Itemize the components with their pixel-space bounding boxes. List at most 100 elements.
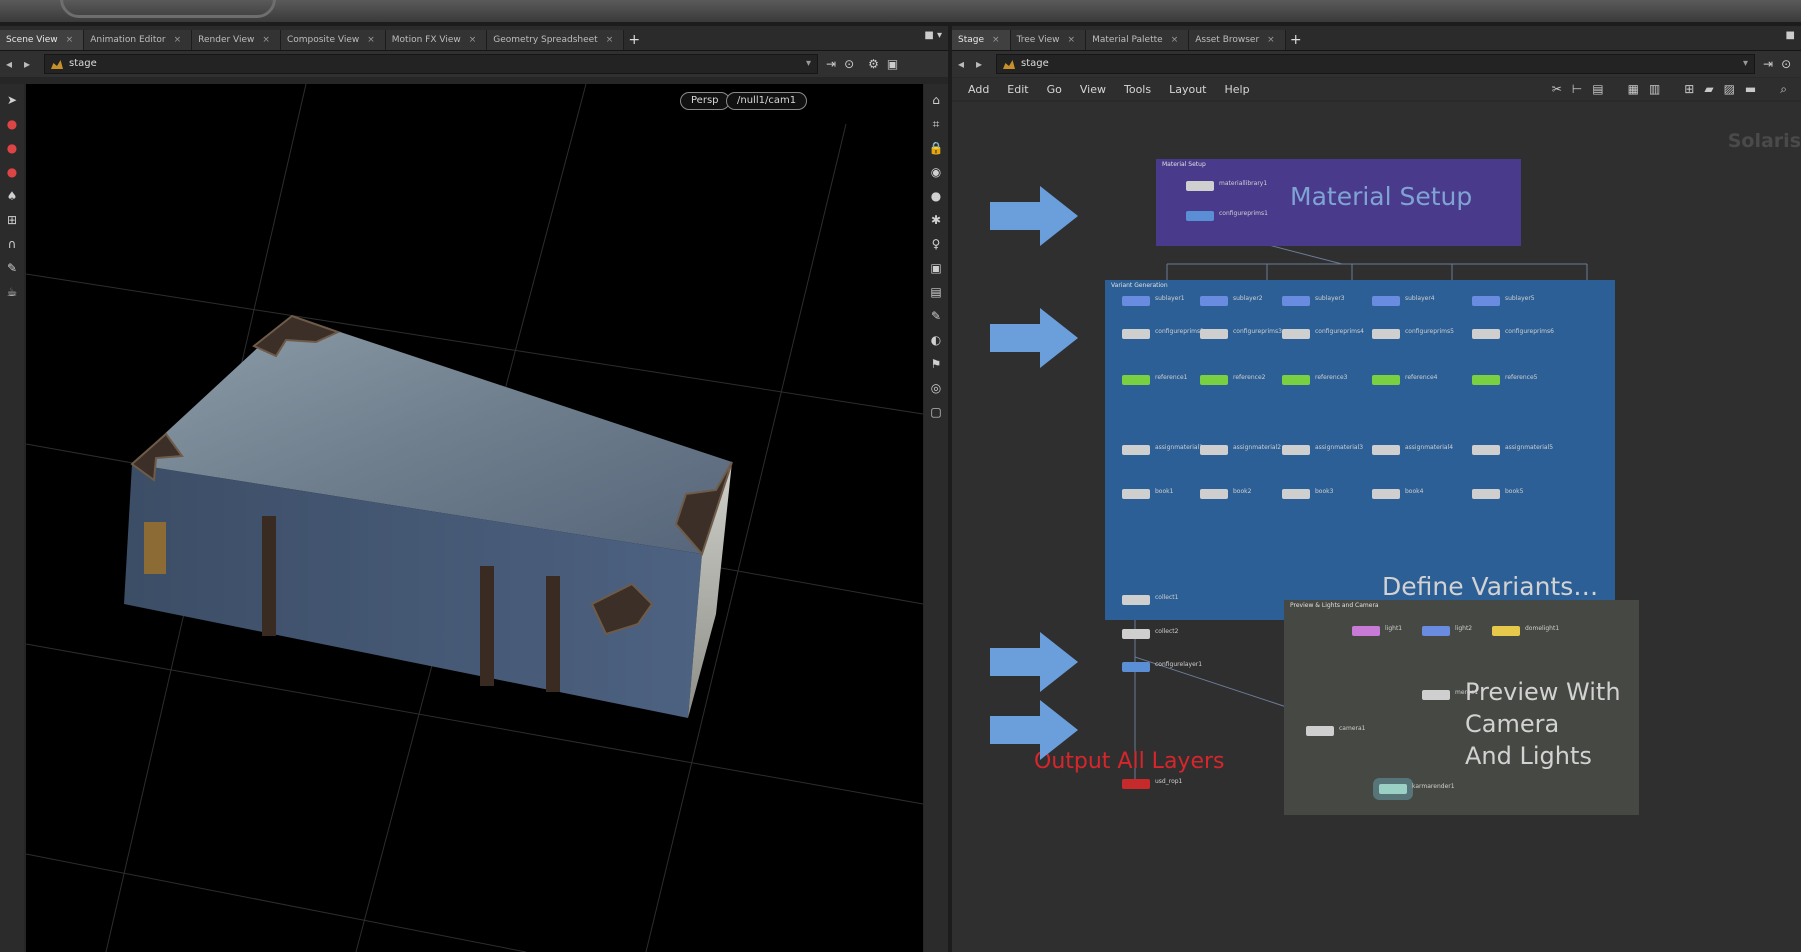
book-null-node[interactable]: book3 — [1282, 488, 1333, 499]
tab-composite-view[interactable]: Composite View × — [280, 30, 386, 50]
menu-go[interactable]: Go — [1038, 83, 1071, 96]
assign-material-node[interactable]: assignmaterial2 — [1200, 444, 1281, 455]
configure-layer-node[interactable]: configurelayer1 — [1122, 661, 1202, 672]
image-icon[interactable]: ▨ — [1724, 82, 1735, 97]
light-node[interactable]: light1 — [1352, 625, 1402, 636]
assign-material-node[interactable]: assignmaterial1 — [1122, 444, 1203, 455]
sphere-icon[interactable]: ● — [928, 188, 944, 204]
book-null-node[interactable]: book2 — [1200, 488, 1251, 499]
close-icon[interactable]: × — [1267, 35, 1275, 45]
tab-stage[interactable]: Stage × — [952, 30, 1011, 50]
brush-tool-icon[interactable]: ✎ — [4, 260, 20, 276]
pose-tool-icon[interactable]: ⊞ — [4, 212, 20, 228]
tab-tree-view[interactable]: Tree View × — [1010, 30, 1087, 50]
assign-material-node[interactable]: assignmaterial3 — [1282, 444, 1363, 455]
sublayer-node[interactable]: sublayer5 — [1472, 295, 1535, 306]
sublayer-node[interactable]: sublayer4 — [1372, 295, 1435, 306]
configure-prims-node[interactable]: configureprims5 — [1372, 328, 1454, 339]
settings-icon[interactable]: ⚙ — [868, 57, 879, 71]
back-arrow-icon[interactable]: ◂ — [0, 57, 18, 71]
configure-prims-node[interactable]: configureprims3 — [1200, 328, 1282, 339]
tab-geometry-spreadsheet[interactable]: Geometry Spreadsheet × — [487, 30, 625, 50]
link-icon[interactable]: ⊙ — [1781, 57, 1791, 71]
close-icon[interactable]: × — [1068, 35, 1076, 45]
lock-icon[interactable]: 🔒 — [928, 140, 944, 156]
headlight-icon[interactable]: ♀ — [928, 236, 944, 252]
chevron-down-icon[interactable]: ▾ — [1743, 55, 1748, 73]
close-icon[interactable]: × — [992, 35, 1000, 45]
display-options-icon[interactable]: ▣ — [928, 260, 944, 276]
tab-render-view[interactable]: Render View × — [192, 30, 281, 50]
menu-help[interactable]: Help — [1216, 83, 1259, 96]
3d-viewport[interactable]: Persp /null1/cam1 — [26, 84, 923, 952]
reference-node[interactable]: reference2 — [1200, 374, 1265, 385]
transform-tool-icon[interactable]: ● — [4, 116, 20, 132]
sublayer-node[interactable]: sublayer2 — [1200, 295, 1263, 306]
forward-arrow-icon[interactable]: ▸ — [18, 57, 36, 71]
light-node[interactable]: light2 — [1422, 625, 1472, 636]
filter-icon[interactable]: ⚑ — [928, 356, 944, 372]
book-null-node[interactable]: book5 — [1472, 488, 1523, 499]
rotate-tool-icon[interactable]: ● — [4, 140, 20, 156]
visibility-icon[interactable]: ◐ — [928, 332, 944, 348]
material-library-node[interactable]: materiallibrary1 — [1186, 180, 1267, 191]
persp-menu[interactable]: Persp — [680, 92, 730, 110]
select-tool-icon[interactable]: ➤ — [4, 92, 20, 108]
camera-menu[interactable]: /null1/cam1 — [726, 92, 808, 110]
book-null-node[interactable]: book1 — [1122, 488, 1173, 499]
light-tool-icon[interactable]: ☕ — [4, 284, 20, 300]
pane-menu-icon[interactable]: ■ ▾ — [924, 30, 942, 41]
menu-add[interactable]: Add — [952, 83, 998, 96]
tab-scene-view[interactable]: Scene View × — [0, 30, 85, 50]
pin-icon[interactable]: ⇥ — [826, 57, 836, 71]
grid-icon[interactable]: ◎ — [928, 380, 944, 396]
pane-menu-icon[interactable]: ■ — [1786, 30, 1795, 41]
sublayer-node[interactable]: sublayer3 — [1282, 295, 1345, 306]
shading-icon[interactable]: ◉ — [928, 164, 944, 180]
close-icon[interactable]: × — [469, 35, 477, 45]
sticky-note-icon[interactable]: ▰ — [1704, 82, 1713, 97]
node-network-canvas[interactable]: Solaris Material Setup materiallibrary1 … — [952, 102, 1801, 952]
link-icon[interactable]: ⊙ — [844, 57, 854, 71]
assign-material-node[interactable]: assignmaterial5 — [1472, 444, 1553, 455]
usd-rop-node[interactable]: usd_rop1 — [1122, 778, 1182, 789]
wrench-icon[interactable]: ✂ — [1552, 82, 1562, 97]
close-icon[interactable]: × — [606, 35, 614, 45]
pin-icon[interactable]: ⇥ — [1763, 57, 1773, 71]
tab-asset-browser[interactable]: Asset Browser × — [1189, 30, 1286, 50]
snapshot-icon[interactable]: ▤ — [928, 284, 944, 300]
configure-prims-node[interactable]: configureprims2 — [1122, 328, 1204, 339]
magnet-icon[interactable]: ∩ — [4, 236, 20, 252]
close-icon[interactable]: × — [262, 35, 270, 45]
close-icon[interactable]: × — [174, 35, 182, 45]
chevron-down-icon[interactable]: ▾ — [806, 55, 811, 73]
search-icon[interactable]: ⌕ — [1780, 82, 1787, 97]
safe-area-icon[interactable]: ▢ — [928, 404, 944, 420]
configure-prims-node[interactable]: configureprims6 — [1472, 328, 1554, 339]
tab-motion-fx-view[interactable]: Motion FX View × — [385, 30, 488, 50]
domelight-node[interactable]: domelight1 — [1492, 625, 1559, 636]
karma-render-node[interactable]: karmarender1 — [1379, 783, 1455, 794]
palette-icon[interactable]: ▬ — [1745, 82, 1756, 97]
reference-node[interactable]: reference4 — [1372, 374, 1437, 385]
network-path-field[interactable]: stage ▾ — [44, 54, 818, 74]
handle-tool-icon[interactable]: ♠ — [4, 188, 20, 204]
network-path-field[interactable]: stage ▾ — [996, 54, 1755, 74]
merge-node[interactable]: merge1 — [1422, 689, 1478, 700]
book-null-node[interactable]: book4 — [1372, 488, 1423, 499]
display-icon[interactable]: ▣ — [887, 57, 898, 71]
collect2-node[interactable]: collect2 — [1122, 628, 1178, 639]
ruler-icon[interactable]: ✎ — [928, 308, 944, 324]
sublayer-node[interactable]: sublayer1 — [1122, 295, 1185, 306]
configure-prims-node[interactable]: configureprims4 — [1282, 328, 1364, 339]
layout-icon[interactable]: ⊞ — [1684, 82, 1694, 97]
menu-edit[interactable]: Edit — [998, 83, 1037, 96]
close-icon[interactable]: × — [66, 35, 74, 45]
tree-icon[interactable]: ⊢ — [1572, 82, 1582, 97]
close-icon[interactable]: × — [1171, 35, 1179, 45]
table-icon[interactable]: ▥ — [1649, 82, 1660, 97]
tab-material-palette[interactable]: Material Palette × — [1086, 30, 1190, 50]
reference-node[interactable]: reference3 — [1282, 374, 1347, 385]
tab-animation-editor[interactable]: Animation Editor × — [84, 30, 193, 50]
scale-tool-icon[interactable]: ● — [4, 164, 20, 180]
